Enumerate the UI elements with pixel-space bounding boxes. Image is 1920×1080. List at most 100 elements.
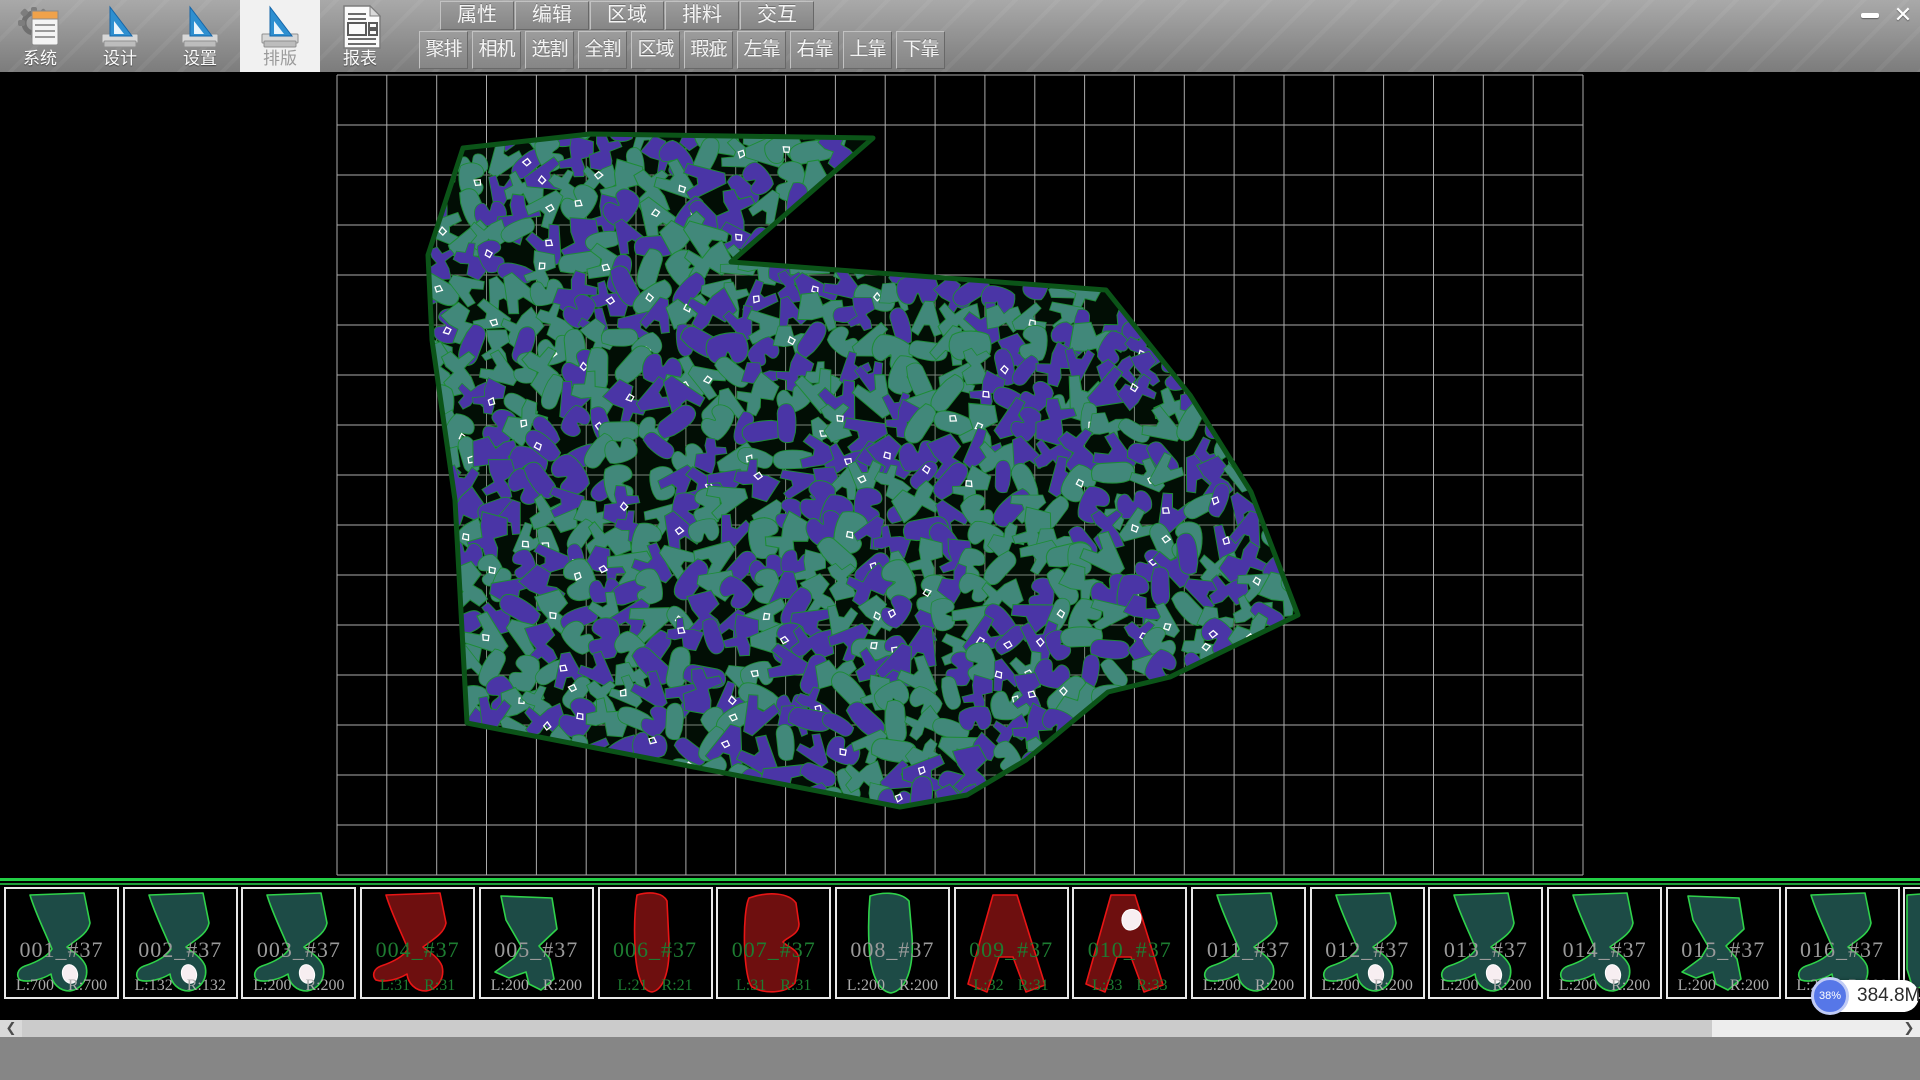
app-window: { "window": { "controls": [ {"key": "min… (0, 0, 1920, 1080)
piece-thumbnail-010_37[interactable]: 010_#37 L:33 R:33 (1072, 887, 1187, 999)
status-bar (0, 1037, 1920, 1080)
piece-id: 012_#37 (1312, 937, 1423, 963)
memory-percent: 38% (1819, 990, 1841, 1002)
tool-cluster-nest[interactable]: 聚排 (419, 31, 468, 69)
piece-left-count: L:700 (16, 977, 54, 994)
memory-usage-badge[interactable]: 38% 384.8M (1813, 980, 1919, 1012)
tool-camera[interactable]: 相机 (472, 31, 521, 69)
piece-left-count: L:200 (491, 977, 529, 994)
piece-right-count: R:200 (1611, 977, 1650, 994)
piece-right-count: R:200 (899, 977, 938, 994)
menu-row: 属性编辑区域排料交互 (440, 1, 814, 30)
piece-id: 005_#37 (481, 937, 592, 963)
menu-properties[interactable]: 属性 (440, 1, 514, 30)
piece-lr-counts: L:31 R:31 (362, 977, 473, 995)
menu-region[interactable]: 区域 (590, 1, 664, 30)
piece-left-count: L:33 (1092, 977, 1122, 994)
piece-thumbnail-006_37[interactable]: 006_#37L:21R:21 (598, 887, 713, 999)
scrollbar-thumb[interactable] (22, 1020, 1712, 1037)
app-button-nesting[interactable]: 排版 (240, 0, 320, 72)
tool-snap-left[interactable]: 左靠 (737, 31, 786, 69)
piece-id: 011_#37 (1193, 937, 1304, 963)
app-button-report[interactable]: 报表 (320, 0, 400, 72)
close-button[interactable]: ✕ (1888, 2, 1918, 28)
piece-thumbnail-008_37[interactable]: 008_#37L:200R:200 (835, 887, 950, 999)
tool-row: 聚排相机选割全割区域瑕疵左靠右靠上靠下靠 (419, 31, 945, 69)
piece-thumbnail-001_37[interactable]: 001_#37L:700R:700 (4, 887, 119, 999)
piece-id: 001_#37 (6, 937, 117, 963)
piece-lr-counts: L:21R:21 (600, 977, 711, 995)
piece-right-count: R:200 (543, 977, 582, 994)
app-button-design[interactable]: 设计 (80, 0, 160, 72)
horizontal-scrollbar[interactable]: ❮ ❯ (0, 1020, 1920, 1037)
piece-id: 002_#37 (125, 937, 236, 963)
memory-percent-circle: 38% (1811, 977, 1849, 1015)
piece-left-count: L:200 (1322, 977, 1360, 994)
piece-thumbnail-005_37[interactable]: 005_#37 L:200 R:200 (479, 887, 594, 999)
menu-nest[interactable]: 排料 (665, 1, 739, 30)
piece-thumbnail-004_37[interactable]: 004_#37L:31R:31 (360, 887, 475, 999)
app-button-system[interactable]: 系统 (0, 0, 80, 72)
piece-right-count: R:200 (1374, 977, 1413, 994)
app-button-settings[interactable]: 设置 (160, 0, 240, 72)
piece-id: 007_#37 (718, 937, 829, 963)
minimize-button[interactable] (1855, 2, 1885, 28)
strip-separator-line (0, 878, 1920, 881)
piece-right-count: R:31 (424, 977, 455, 994)
menu-edit[interactable]: 编辑 (515, 1, 589, 30)
app-buttons: 系统设计设置排版报表 (0, 0, 400, 72)
piece-right-count: R:31 (780, 977, 811, 994)
piece-id: 015_#37 (1668, 937, 1779, 963)
piece-right-count: R:200 (1492, 977, 1531, 994)
piece-id: 009_#37 (956, 937, 1067, 963)
piece-left-count: L:31 (736, 977, 766, 994)
piece-left-count: L:200 (1440, 977, 1478, 994)
piece-left-count: L:200 (1203, 977, 1241, 994)
piece-lr-counts: L:200R:200 (243, 977, 354, 995)
piece-thumbnail-009_37[interactable]: 009_#37L:32R:31 (954, 887, 1069, 999)
piece-thumbnail-007_37[interactable]: 007_#37 L:31 R:31 (716, 887, 831, 999)
strip-separator-line2 (0, 883, 1920, 885)
piece-lr-counts: L:200R:200 (1549, 977, 1660, 995)
piece-right-count: R:31 (1018, 977, 1049, 994)
piece-lr-counts: L:33 R:33 (1074, 977, 1185, 995)
piece-thumbnail-002_37[interactable]: 002_#37 L:132R:132 (123, 887, 238, 999)
tool-snap-right[interactable]: 右靠 (790, 31, 839, 69)
close-icon: ✕ (1894, 3, 1912, 28)
tool-cut-all[interactable]: 全割 (578, 31, 627, 69)
tool-region[interactable]: 区域 (631, 31, 680, 69)
piece-id: 016_#37 (1787, 937, 1898, 963)
piece-thumbnail-011_37[interactable]: 011_#37L:200R:200 (1191, 887, 1306, 999)
tool-snap-up[interactable]: 上靠 (843, 31, 892, 69)
piece-lr-counts: L:200 R:200 (1312, 977, 1423, 995)
memory-size: 384.8M (1857, 980, 1920, 1012)
piece-thumbnail-014_37[interactable]: 014_#37 L:200R:200 (1547, 887, 1662, 999)
tool-defect[interactable]: 瑕疵 (684, 31, 733, 69)
piece-right-count: R:21 (662, 977, 693, 994)
piece-right-count: R:200 (1730, 977, 1769, 994)
pieces-strip: 001_#37L:700R:700002_#37L:132R:132003_#3… (0, 878, 1920, 1002)
piece-right-count: R:33 (1136, 977, 1167, 994)
tool-snap-down[interactable]: 下靠 (896, 31, 945, 69)
scroll-left-arrow[interactable]: ❮ (0, 1020, 22, 1037)
piece-right-count: R:132 (187, 977, 226, 994)
menu-interact[interactable]: 交互 (740, 1, 814, 30)
piece-id: 008_#37 (837, 937, 948, 963)
piece-id: 010_#37 (1074, 937, 1185, 963)
nesting-layout-svg (0, 72, 1920, 878)
piece-lr-counts: L:200 R:200 (1430, 977, 1541, 995)
tool-select-cut[interactable]: 选割 (525, 31, 574, 69)
piece-lr-counts: L:132R:132 (125, 977, 236, 995)
piece-id: 014_#37 (1549, 937, 1660, 963)
app-button-label: 设置 (160, 44, 240, 69)
nesting-canvas[interactable] (0, 72, 1920, 878)
piece-left-count: L:200 (1678, 977, 1716, 994)
piece-thumbnail-003_37[interactable]: 003_#37L:200R:200 (241, 887, 356, 999)
piece-thumbnail-015_37[interactable]: 015_#37 L:200 R:200 (1666, 887, 1781, 999)
piece-lr-counts: L:200 R:200 (481, 977, 592, 995)
piece-left-count: L:31 (380, 977, 410, 994)
piece-thumbnail-013_37[interactable]: 013_#37L:200R:200 (1428, 887, 1543, 999)
minimize-icon (1861, 13, 1879, 18)
piece-thumbnail-012_37[interactable]: 012_#37 L:200 R:200 (1310, 887, 1425, 999)
scroll-right-arrow[interactable]: ❯ (1898, 1020, 1920, 1037)
